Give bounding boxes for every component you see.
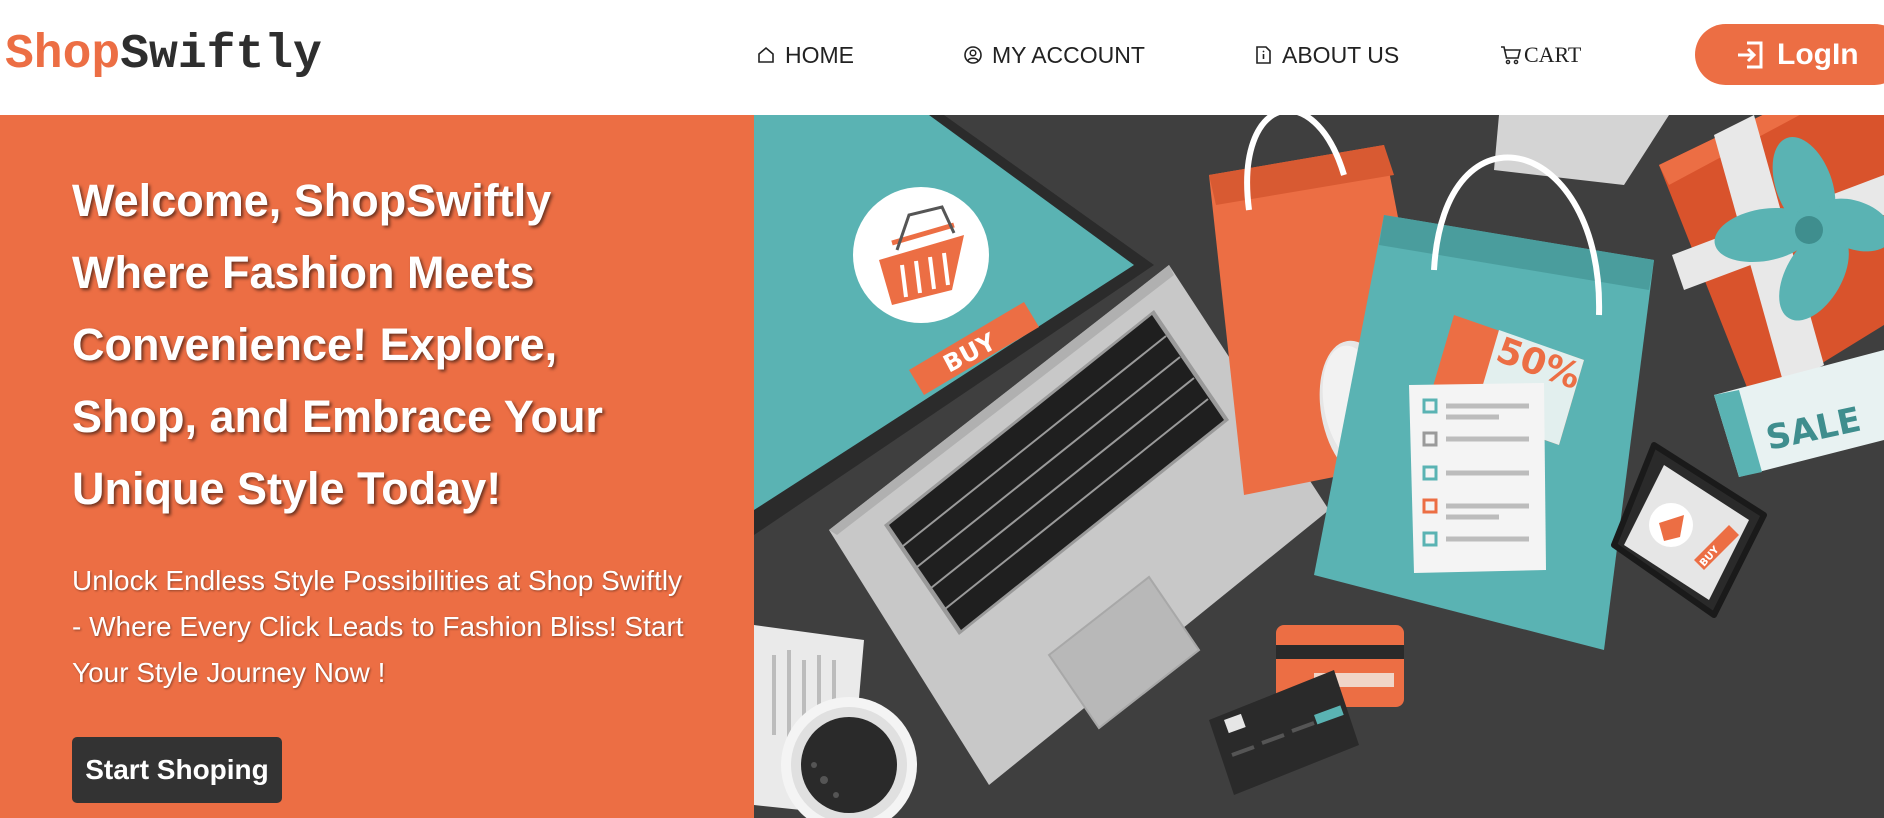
basket-badge [853,187,989,323]
receipt-checklist [1409,383,1546,573]
login-icon [1735,40,1765,70]
start-shopping-button[interactable]: Start Shoping [72,737,282,803]
hero-illustration: BUY 50% SALE BUY [754,115,1884,818]
home-icon [755,44,777,66]
hero-panel: Welcome, ShopSwiftly Where Fashion Meets… [0,115,754,818]
nav-cart[interactable]: CART [1500,40,1581,70]
nav-home-label: HOME [785,41,854,68]
header: ShopSwiftly HOME MY ACCOUNT ABOUT US CAR… [0,0,1884,115]
credit-cards [1209,625,1404,795]
paper-sheet-top [1494,115,1669,185]
cart-icon [1500,44,1522,66]
nav-cart-label: CART [1524,42,1582,67]
user-circle-icon [962,44,984,66]
hero-subtitle: Unlock Endless Style Possibilities at Sh… [72,565,684,688]
login-button[interactable]: LogIn [1695,24,1884,85]
brand-logo-part2: Swiftly [120,28,322,82]
brand-logo[interactable]: ShopSwiftly [5,26,322,84]
nav-about-us[interactable]: ABOUT US [1252,40,1399,70]
brand-logo-part1: Shop [5,28,121,82]
nav-my-account[interactable]: MY ACCOUNT [962,40,1145,70]
hero-title: Welcome, ShopSwiftly Where Fashion Meets… [72,175,603,514]
nav-home[interactable]: HOME [755,40,854,70]
info-document-icon [1252,44,1274,66]
nav-about-us-label: ABOUT US [1282,41,1400,68]
login-label: LogIn [1777,37,1859,71]
nav-my-account-label: MY ACCOUNT [992,41,1145,68]
